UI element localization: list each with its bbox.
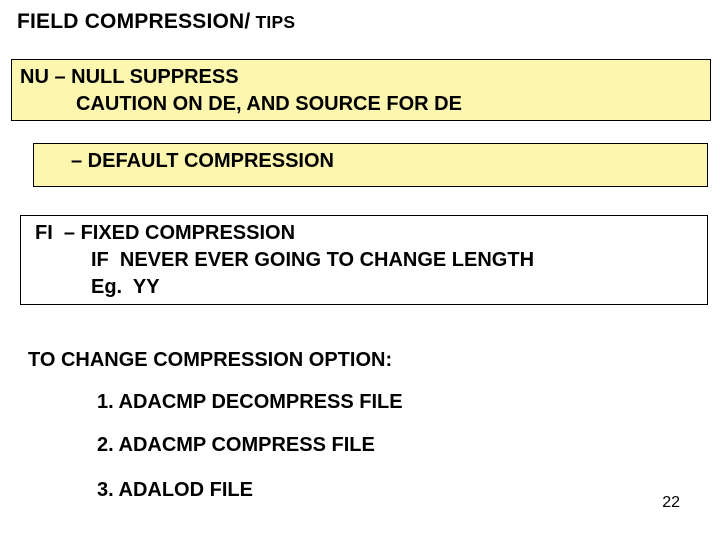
- box1-line1: NU – NULL SUPPRESS: [20, 64, 702, 91]
- box-default-compression: – DEFAULT COMPRESSION: [33, 143, 708, 187]
- box-null-suppress: NU – NULL SUPPRESS CAUTION ON DE, AND SO…: [11, 59, 711, 121]
- step-1: 1. ADACMP DECOMPRESS FILE: [97, 391, 403, 414]
- change-heading: TO CHANGE COMPRESSION OPTION:: [28, 349, 392, 372]
- page-number: 22: [662, 494, 680, 512]
- slide-title: FIELD COMPRESSION/ TIPS: [17, 10, 295, 34]
- box2-line1: – DEFAULT COMPRESSION: [42, 148, 699, 175]
- slide: FIELD COMPRESSION/ TIPS NU – NULL SUPPRE…: [0, 0, 720, 540]
- box3-line2: IF NEVER EVER GOING TO CHANGE LENGTH: [29, 247, 699, 274]
- step-3: 3. ADALOD FILE: [97, 479, 253, 502]
- title-small: TIPS: [250, 12, 295, 32]
- box3-line3: Eg. YY: [29, 274, 699, 301]
- title-main: FIELD COMPRESSION/: [17, 10, 250, 33]
- box3-line1: FI – FIXED COMPRESSION: [29, 220, 699, 247]
- step-2: 2. ADACMP COMPRESS FILE: [97, 434, 375, 457]
- box1-line2: CAUTION ON DE, AND SOURCE FOR DE: [20, 91, 702, 118]
- box-fixed-compression: FI – FIXED COMPRESSION IF NEVER EVER GOI…: [20, 215, 708, 305]
